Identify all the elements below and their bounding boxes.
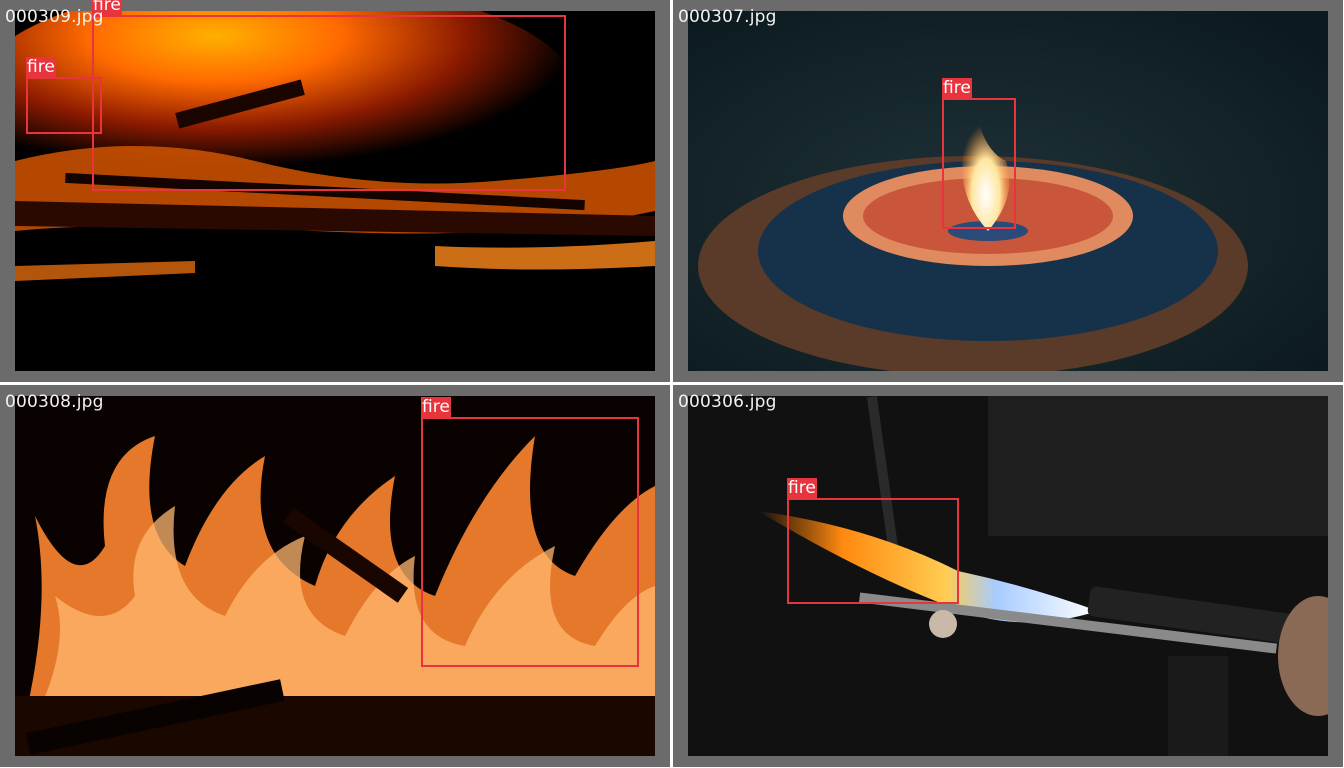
fire-detection-box[interactable]: fire <box>26 57 102 134</box>
result-panel: 000307.jpg fire <box>673 0 1343 382</box>
photo-torch <box>688 396 1328 756</box>
filename-label: 000308.jpg <box>5 392 104 412</box>
result-panel: 000309.jpg fire fire <box>0 0 670 382</box>
detection-results-grid: 000309.jpg fire fire 000307.jpg fire 000… <box>0 0 1344 768</box>
filename-label: 000309.jpg <box>5 7 104 27</box>
fire-detection-box[interactable]: fire <box>92 0 566 191</box>
detection-label: fire <box>787 478 817 498</box>
detection-label: fire <box>942 78 972 98</box>
result-panel: 000306.jpg fire <box>673 385 1343 767</box>
detection-label: fire <box>26 57 56 77</box>
torch-image <box>688 396 1328 756</box>
filename-label: 000307.jpg <box>678 7 777 27</box>
fire-detection-box[interactable]: fire <box>942 78 1016 229</box>
result-panel: 000308.jpg fire <box>0 385 670 767</box>
fire-detection-box[interactable]: fire <box>421 397 639 667</box>
filename-label: 000306.jpg <box>678 392 777 412</box>
fire-detection-box[interactable]: fire <box>787 478 959 604</box>
detection-label: fire <box>421 397 451 417</box>
